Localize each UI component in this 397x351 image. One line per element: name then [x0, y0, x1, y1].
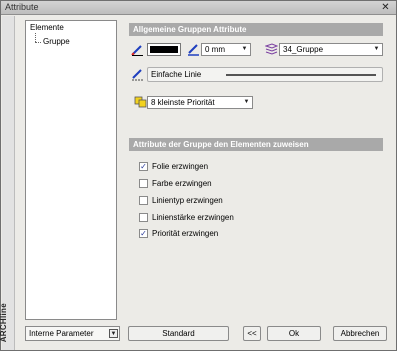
line-width-pen-icon: [188, 44, 199, 56]
attribute-dialog: Attribute ✕ ARCHline Elemente Gruppe All…: [0, 0, 397, 351]
checkbox-linientyp-label: Linientyp erzwingen: [152, 196, 223, 205]
chevron-down-icon: ▼: [243, 99, 250, 105]
tree-connector-horizontal: [35, 42, 41, 43]
chevron-down-icon: ▼: [109, 329, 118, 338]
brand-logo: ARCHline: [0, 302, 8, 342]
checkbox-farbe-box[interactable]: [139, 179, 148, 188]
tree-connector-vertical: [35, 33, 36, 42]
window-title: Attribute: [5, 2, 39, 12]
title-bar[interactable]: Attribute ✕: [1, 1, 396, 15]
checkbox-linienstaerke-box[interactable]: [139, 213, 148, 222]
chevron-down-icon: ▼: [373, 46, 380, 52]
checkbox-linientyp-box[interactable]: [139, 196, 148, 205]
element-tree: Elemente Gruppe: [25, 20, 117, 320]
chevron-down-icon: ▼: [241, 46, 248, 52]
checkbox-prioritaet-box[interactable]: ✓: [139, 229, 148, 238]
color-swatch[interactable]: [147, 43, 181, 56]
priority-value: 8 kleinste Priorität: [151, 98, 215, 107]
checkbox-farbe-label: Farbe erzwingen: [152, 179, 212, 188]
brand-strip: ARCHline: [0, 16, 15, 350]
cancel-button[interactable]: Abbrechen: [333, 326, 387, 341]
line-type-pen-icon: [132, 69, 143, 81]
checkbox-folie-label: Folie erzwingen: [152, 162, 209, 171]
parameter-select-value: Interne Parameter: [29, 329, 94, 338]
close-button[interactable]: ✕: [378, 2, 393, 13]
checkbox-prioritaet-label: Priorität erzwingen: [152, 229, 219, 238]
layer-stack-icon: [265, 43, 278, 55]
layer-value: 34_Gruppe: [283, 45, 324, 54]
priority-select[interactable]: 8 kleinste Priorität ▼: [147, 96, 253, 109]
layer-select[interactable]: 34_Gruppe ▼: [279, 43, 383, 56]
standard-button[interactable]: Standard: [128, 326, 229, 341]
ok-button[interactable]: Ok: [267, 326, 321, 341]
line-type-field[interactable]: Einfache Linie: [147, 67, 383, 82]
group-attributes-header: Allgemeine Gruppen Attribute: [129, 23, 383, 36]
line-type-sample: [226, 74, 376, 76]
parameter-select[interactable]: Interne Parameter ▼: [25, 326, 120, 341]
back-button[interactable]: <<: [243, 326, 261, 341]
priority-icon: [134, 96, 147, 108]
pen-color-icon[interactable]: [131, 43, 144, 56]
tree-item-gruppe[interactable]: Gruppe: [43, 37, 70, 46]
checkbox-folie-box[interactable]: ✓: [139, 162, 148, 171]
line-width-select[interactable]: 0 mm ▼: [201, 43, 251, 56]
checkbox-linienstaerke-label: Linienstärke erzwingen: [152, 213, 234, 222]
line-type-label: Einfache Linie: [151, 70, 202, 79]
tree-item-elemente[interactable]: Elemente: [30, 23, 64, 32]
color-swatch-fill: [150, 46, 178, 53]
assign-attributes-header: Attribute der Gruppe den Elementen zuwei…: [129, 138, 383, 151]
line-width-value: 0 mm: [205, 45, 225, 54]
